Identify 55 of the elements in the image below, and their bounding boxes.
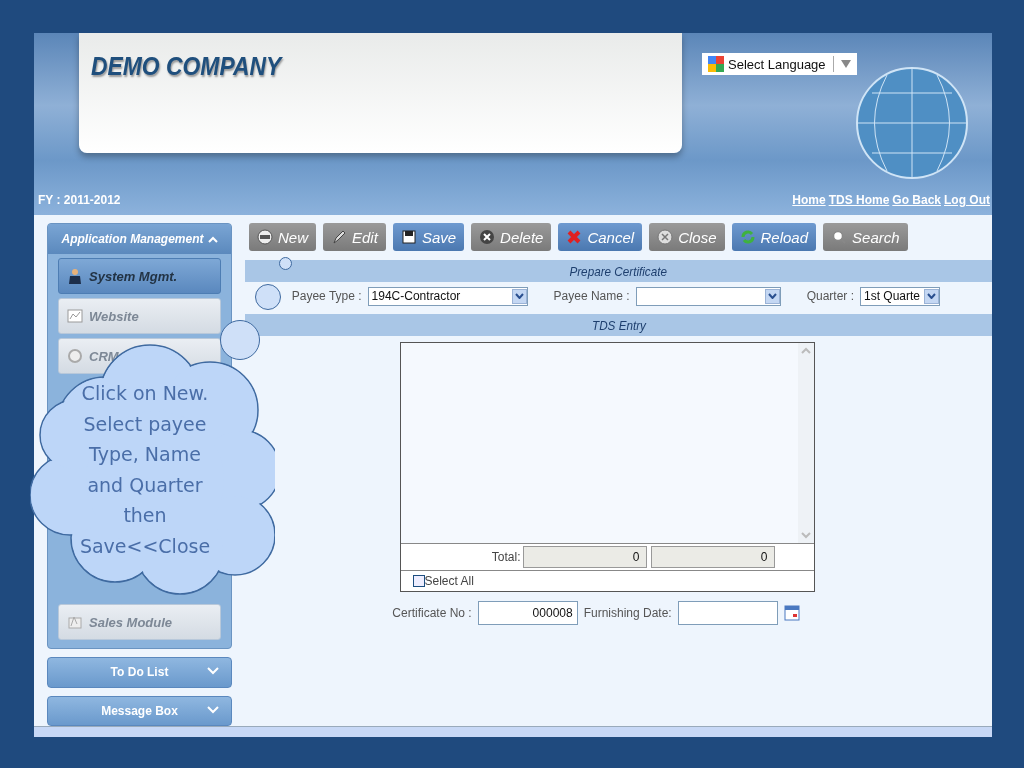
toolbar-button[interactable]: Save <box>392 223 465 251</box>
furnishing-date-field[interactable] <box>677 601 778 625</box>
website-icon <box>67 308 83 324</box>
chart-icon <box>67 614 83 630</box>
field-label: Furnishing Date: <box>583 606 672 620</box>
language-select[interactable]: Select Language <box>702 53 857 75</box>
total-label: Total: <box>490 550 522 564</box>
field-label: Quarter : <box>806 289 854 303</box>
total-value: 0 <box>650 546 775 568</box>
close-icon <box>657 229 674 245</box>
section-title: TDS Entry <box>591 317 646 333</box>
toolbar-button[interactable]: Search <box>823 223 908 251</box>
scrollbar[interactable] <box>797 343 814 543</box>
nav-link[interactable]: Log Out <box>944 193 990 207</box>
field-label: Payee Name : <box>553 289 630 303</box>
chevron-icon <box>207 705 219 714</box>
fiscal-year: FY : 2011-2012 <box>38 193 121 207</box>
payee-type-dropdown[interactable]: 194C-Contractor <box>367 286 528 306</box>
nav-link[interactable]: Home <box>792 193 826 207</box>
select-all-checkbox[interactable]: Select All <box>400 571 814 591</box>
floppy-icon <box>400 229 417 245</box>
toolbar-button[interactable]: Close <box>649 223 725 251</box>
toolbar-button[interactable]: Reload <box>731 223 817 251</box>
company-name: DEMO COMPANY <box>91 51 282 82</box>
dropdown-arrow-icon <box>840 60 851 68</box>
google-logo-icon <box>708 56 724 72</box>
nav-link[interactable]: TDS Home <box>828 193 890 207</box>
delete-icon <box>479 229 496 245</box>
person-icon <box>67 268 83 284</box>
callout-text: Click on New. Select payee Type, Name and Quarter then Save<<Close <box>78 381 212 559</box>
collapsible-panel[interactable]: To Do List <box>47 657 232 688</box>
certificate-number-field[interactable]: 000008 <box>477 601 578 625</box>
toolbar-button[interactable]: Cancel <box>558 223 643 251</box>
chevron-up-icon <box>207 235 218 243</box>
quarter-dropdown[interactable]: 1st Quarte <box>860 286 940 306</box>
chevron-icon <box>207 667 219 675</box>
cancel-icon <box>566 229 583 245</box>
total-value: 0 <box>522 546 647 568</box>
payee-name-dropdown[interactable] <box>635 286 781 306</box>
reload-icon <box>739 229 756 245</box>
nav-link[interactable]: Go Back <box>892 193 941 207</box>
collapsible-panel[interactable]: Message Box <box>47 695 232 726</box>
toolbar-button[interactable]: Delete <box>471 223 552 251</box>
toolbar-button[interactable]: Edit <box>323 223 386 251</box>
crm-icon <box>67 348 83 364</box>
calendar-icon[interactable] <box>783 605 800 621</box>
field-label: Certificate No : <box>392 606 472 620</box>
field-label: Payee Type : <box>291 289 362 303</box>
section-header[interactable]: Application Management <box>48 224 231 254</box>
section-title: Prepare Certificate <box>569 263 668 279</box>
toolbar-button[interactable]: New <box>249 223 316 251</box>
new-icon <box>257 229 273 245</box>
pencil-icon <box>331 229 347 245</box>
sidebar-item[interactable]: System Mgmt. <box>58 258 221 294</box>
scrollbar[interactable] <box>34 726 992 737</box>
